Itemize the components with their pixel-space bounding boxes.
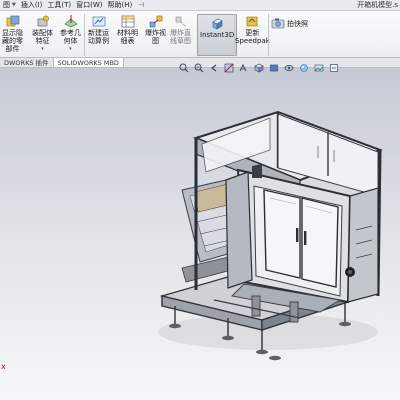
assembly-feature-button[interactable]: 装配体 特征 ▾ [32,15,53,53]
reference-geometry-button[interactable]: 参考几 何体 ▾ [60,15,81,53]
edit-appearance-icon[interactable] [298,63,309,74]
new-motion-study-button[interactable]: 新建运 动算例 [88,15,109,45]
tab-addins[interactable]: DWORKS 插件 [0,58,54,67]
heads-up-view-toolbar [178,61,388,75]
graphics-viewport[interactable] [0,68,400,400]
instant3d-button[interactable]: Instant3D [197,14,238,56]
menu-help[interactable]: 帮助(H) [105,0,135,11]
assembly-feature-dropdown-icon[interactable]: ▾ [41,45,44,53]
explode-line-sketch-button[interactable]: 爆炸直 线草图 [170,15,191,45]
zoom-to-area-icon[interactable] [193,63,204,74]
ribbon-separator [84,14,85,56]
machine-model-svg [158,110,383,361]
menu-view[interactable]: 图 ▼ [0,0,18,11]
tab-mbd[interactable]: SOLIDWORKS MBD [53,58,124,67]
hide-show-items-icon[interactable] [283,63,294,74]
reference-geometry-icon [63,15,78,28]
speedpak-icon [245,15,259,28]
command-manager-ribbon: 显示隐 藏的零 部件 装配体 特征 ▾ 参考几 何体 ▾ 新建运 动算例 材料明… [0,11,400,58]
show-hidden-icon [6,15,20,28]
take-snapshot-button[interactable]: 拍快照 [271,17,308,31]
bom-table-icon [121,15,135,28]
previous-view-icon[interactable] [208,63,219,74]
reference-geometry-dropdown-icon[interactable]: ▾ [69,45,72,53]
document-title: 开箱机模型.s [357,1,398,9]
dynamic-annotation-icon[interactable] [238,63,249,74]
view-orientation-icon[interactable] [253,63,264,74]
apply-scene-icon[interactable] [313,63,324,74]
pin-icon[interactable]: ⊣ [138,1,144,9]
explode-line-sketch-icon [174,15,188,28]
zoom-to-fit-icon[interactable] [178,63,189,74]
assembly-feature-icon [36,15,50,28]
triad-x-label: x [1,362,6,371]
ribbon-separator [268,14,269,56]
show-hidden-components-button[interactable]: 显示隐 藏的零 部件 [2,15,23,53]
menu-bar: 图 ▼ 插入(I) 工具(T) 窗口(W) 帮助(H) ⊣ 开箱机模型.s [0,0,400,11]
menu-window[interactable]: 窗口(W) [73,0,104,11]
camera-icon [271,17,285,30]
update-speedpak-button[interactable]: 更新 Speedpak [235,15,270,45]
instant3d-icon [210,17,224,30]
menu-insert[interactable]: 插入(I) [18,0,45,11]
display-style-icon[interactable] [268,63,279,74]
exploded-view-button[interactable]: 爆炸视 图 [145,15,166,45]
bill-of-materials-button[interactable]: 材料明 细表 [117,15,138,45]
view-settings-icon[interactable] [328,63,339,74]
motion-study-icon [92,15,106,28]
section-view-icon[interactable] [223,63,234,74]
exploded-view-icon [149,15,163,28]
coordinate-triad: x [1,362,6,371]
menu-tools[interactable]: 工具(T) [44,0,73,11]
